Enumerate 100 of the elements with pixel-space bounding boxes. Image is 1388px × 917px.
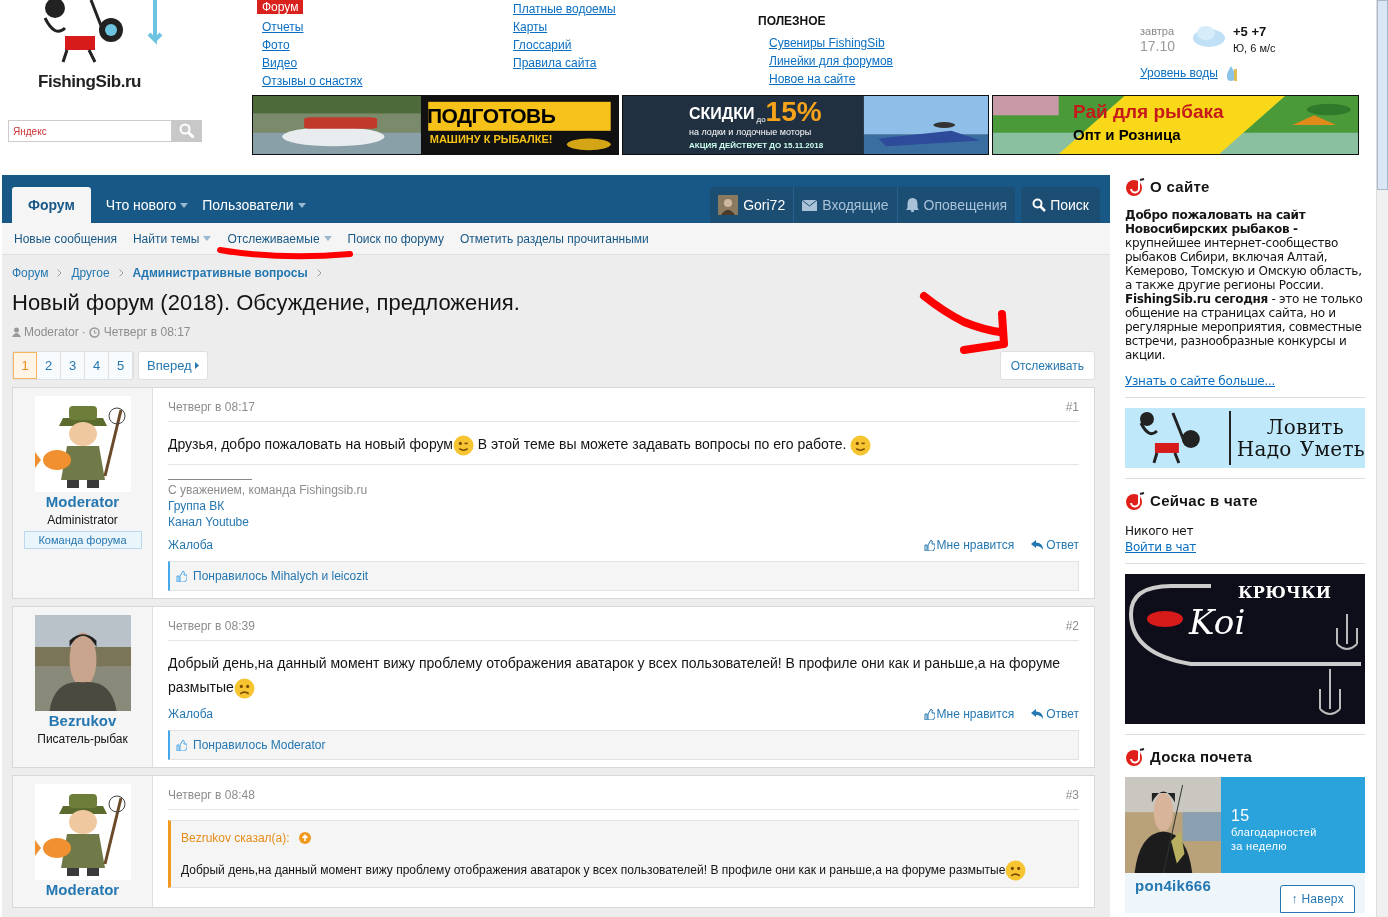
banner-text: Уметь bbox=[1299, 438, 1365, 460]
about-text: FishingSib.ru сегодня - это не только общение на страницах сайта, но и регулярные мероприятия, совместные встречи, разнообразные конкурсы и акции. bbox=[1125, 292, 1364, 362]
page-link[interactable]: 2 bbox=[37, 352, 61, 379]
breadcrumb-link[interactable]: Административные вопросы bbox=[132, 264, 308, 282]
banner-text: МАШИНУ К РЫБАЛКЕ! bbox=[429, 132, 553, 146]
honor-caption: благодарностей за неделю bbox=[1231, 825, 1318, 853]
weather-date: 17.10 bbox=[1140, 38, 1177, 54]
section-heading: ПОЛЕЗНОЕ bbox=[758, 13, 826, 30]
banner-text: на лодки и лодочные моторы bbox=[689, 126, 812, 138]
menu-link[interactable]: Новое на сайте bbox=[769, 70, 856, 88]
likes-text: Понравилось Mihalych и leicozit bbox=[193, 568, 369, 585]
ad-banner[interactable]: ПОДГОТОВЬ МАШИНУ К РЫБАЛКЕ! bbox=[252, 95, 619, 155]
subnav-link[interactable]: Найти темы bbox=[130, 229, 214, 248]
menu-link[interactable]: Глоссарий bbox=[513, 36, 572, 54]
menu-link[interactable]: Форум bbox=[257, 0, 304, 14]
banner-heading: Koi bbox=[1189, 601, 1247, 644]
nav-tab[interactable]: Пользователи bbox=[195, 187, 313, 223]
username-link[interactable]: Moderator bbox=[45, 493, 120, 511]
post-text: Друзья, добро пожаловать на новый форум В этой теме вы можете задавать вопросы по его работе. bbox=[168, 432, 1079, 456]
reply-link[interactable]: Ответ bbox=[1031, 705, 1079, 723]
about-link[interactable]: Узнать о сайте больше... bbox=[1125, 373, 1365, 389]
honor-count: 15 bbox=[1231, 807, 1251, 825]
breadcrumb-link[interactable]: Другое bbox=[71, 264, 110, 282]
menu-link[interactable]: Отзывы о снастях bbox=[257, 72, 368, 90]
banner-heading: СКИДКИ bbox=[689, 104, 755, 124]
subnav-link[interactable]: Новые сообщения bbox=[12, 229, 119, 248]
banner-heading: Рай для рыбака bbox=[1073, 100, 1224, 124]
page-link[interactable]: 5 bbox=[109, 352, 133, 379]
like-link[interactable]: Мне нравится bbox=[923, 705, 1015, 723]
breadcrumb-link[interactable]: Форум bbox=[12, 264, 49, 282]
search-field[interactable]: Яндекс bbox=[8, 120, 172, 142]
post-text: Добрый день,на данный момент вижу проблему отображения аватарок у всех пользователей! В профиле они как и раньше,а на форуме размытые bbox=[168, 651, 1079, 699]
post-time: Четверг в 08:48 bbox=[168, 787, 255, 804]
separator: · bbox=[81, 324, 86, 341]
post-number[interactable]: #3 bbox=[1065, 786, 1079, 804]
reply-link[interactable]: Ответ bbox=[1031, 536, 1079, 554]
subnav-link[interactable]: Поиск по форуму bbox=[345, 229, 446, 248]
like-link[interactable]: Мне нравится bbox=[923, 536, 1015, 554]
subnav-link[interactable]: Отслеживаемые bbox=[225, 229, 334, 248]
report-link[interactable]: Жалоба bbox=[168, 536, 213, 554]
page-link[interactable]: 4 bbox=[85, 352, 109, 379]
search-tab[interactable]: Поиск bbox=[1021, 187, 1100, 223]
page-link[interactable]: 3 bbox=[61, 352, 85, 379]
next-page-button[interactable]: Вперед bbox=[138, 351, 208, 380]
username-link[interactable]: Bezrukov bbox=[48, 712, 117, 730]
banner-heading: 15% bbox=[765, 98, 822, 126]
water-level-link[interactable]: Уровень воды bbox=[1140, 64, 1218, 82]
wind: Ю, 6 м/с bbox=[1233, 41, 1276, 56]
banner-heading: ПОДГОТОВЬ bbox=[427, 104, 556, 128]
menu-link[interactable]: Платные водоемы bbox=[513, 0, 616, 18]
signature-link[interactable]: Канал Youtube bbox=[168, 514, 249, 530]
nav-tab[interactable]: Форум bbox=[12, 187, 91, 223]
chat-status: Никого нет bbox=[1125, 523, 1195, 539]
menu-link[interactable]: Карты bbox=[513, 18, 548, 36]
section-title: О сайте bbox=[1150, 177, 1210, 197]
likes-text: Понравилось Moderator bbox=[193, 737, 326, 754]
ad-banner[interactable]: Рай для рыбака Опт и Розница bbox=[992, 95, 1359, 155]
staff-badge: Команда форума bbox=[23, 531, 142, 549]
menu-link[interactable]: Видео bbox=[257, 54, 303, 72]
menu-link[interactable]: Отчеты bbox=[257, 18, 309, 36]
banner-heading: КРЮЧКИ bbox=[1238, 586, 1332, 600]
promo-banner[interactable]: Ловить Надо Уметь bbox=[1125, 408, 1365, 468]
thread-date: Четверг в 08:17 bbox=[103, 324, 191, 341]
about-text: Добро пожаловать на сайт Новосибирских рыбаков - крупнейшее интернет-сообщество рыбаков Сибири, включая Алтай, Кемерово, Томскую и Омскую область, а также другие регионы России. bbox=[1125, 208, 1363, 292]
quote-text: Добрый день,на данный момент вижу проблему отображения аватарок у всех пользователей! В профиле они как и раньше,а на форуме размытые bbox=[181, 859, 1068, 882]
section-title: Сейчас в чате bbox=[1150, 491, 1258, 511]
chat-link[interactable]: Войти в чат bbox=[1125, 539, 1196, 555]
menu-link[interactable]: Правила сайта bbox=[513, 54, 597, 72]
nav-tab[interactable]: Что нового bbox=[98, 187, 196, 223]
post-time: Четверг в 08:17 bbox=[168, 399, 255, 416]
banner-text: Опт и Розница bbox=[1073, 125, 1181, 145]
temperature: +5 +7 bbox=[1233, 24, 1268, 40]
thread-author[interactable]: Moderator bbox=[24, 323, 79, 341]
back-to-top-button[interactable]: ↑ Наверх bbox=[1280, 885, 1355, 913]
signature-text: С уважением, команда Fishingsib.ru bbox=[168, 482, 368, 498]
banner-text: Ловить bbox=[1266, 416, 1345, 438]
thread-title: Новый форум (2018). Обсуждение, предложения. bbox=[12, 289, 521, 317]
username-link[interactable]: Moderator bbox=[45, 881, 120, 899]
post-time: Четверг в 08:39 bbox=[168, 618, 255, 635]
banner-text: до bbox=[756, 115, 766, 126]
menu-link[interactable]: Фото bbox=[257, 36, 295, 54]
user-title: Писатель-рыбак bbox=[37, 731, 128, 748]
banner-text: АКЦИЯ ДЕЙСТВУЕТ ДО 15.11.2018 bbox=[689, 140, 824, 152]
menu-link[interactable]: Сувениры FishingSib bbox=[769, 34, 885, 52]
user-title: Administrator bbox=[47, 512, 118, 529]
logo-text[interactable]: FishingSib.ru bbox=[38, 72, 252, 92]
section-title: Доска почета bbox=[1150, 747, 1253, 767]
weather-day: завтра bbox=[1140, 24, 1192, 38]
banner-text: Надо bbox=[1236, 438, 1292, 460]
quote-author: Bezrukov сказал(а): bbox=[181, 830, 290, 847]
hooks-banner[interactable]: КРЮЧКИ Koi bbox=[1125, 574, 1365, 724]
honor-username[interactable]: pon4ik666 bbox=[1135, 879, 1212, 893]
watch-button[interactable]: Отслеживать bbox=[999, 351, 1095, 380]
report-link[interactable]: Жалоба bbox=[168, 705, 213, 723]
signature-link[interactable]: Группа ВК bbox=[168, 498, 225, 514]
menu-link[interactable]: Линейки для форумов bbox=[769, 52, 893, 70]
post-number[interactable]: #1 bbox=[1065, 398, 1079, 416]
post-number[interactable]: #2 bbox=[1065, 617, 1079, 635]
user-menu[interactable]: Gori72 bbox=[710, 187, 794, 223]
subnav-link[interactable]: Отметить разделы прочитанными bbox=[458, 229, 651, 248]
